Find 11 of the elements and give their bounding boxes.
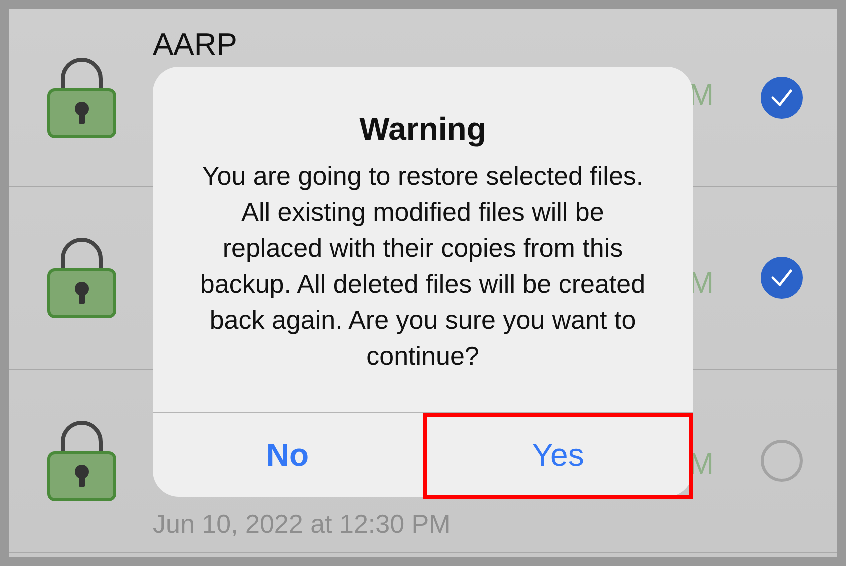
checked-circle[interactable] bbox=[761, 76, 803, 118]
alert-title: Warning bbox=[360, 111, 486, 148]
padlock-icon bbox=[47, 237, 117, 319]
backup-name: AARP bbox=[153, 27, 238, 63]
checked-circle[interactable] bbox=[761, 257, 803, 299]
padlock-icon bbox=[47, 420, 117, 502]
padlock-icon bbox=[47, 56, 117, 138]
alert-message: You are going to restore selected files. All existing modified files will be replaced with their copies from this backup. All deleted files will be created back again. Are you sure you want to continue? bbox=[199, 160, 647, 373]
yes-button[interactable]: Yes bbox=[422, 413, 693, 497]
backup-date: Jun 10, 2022 at 12:30 PM bbox=[153, 509, 452, 540]
no-button[interactable]: No bbox=[153, 413, 422, 497]
